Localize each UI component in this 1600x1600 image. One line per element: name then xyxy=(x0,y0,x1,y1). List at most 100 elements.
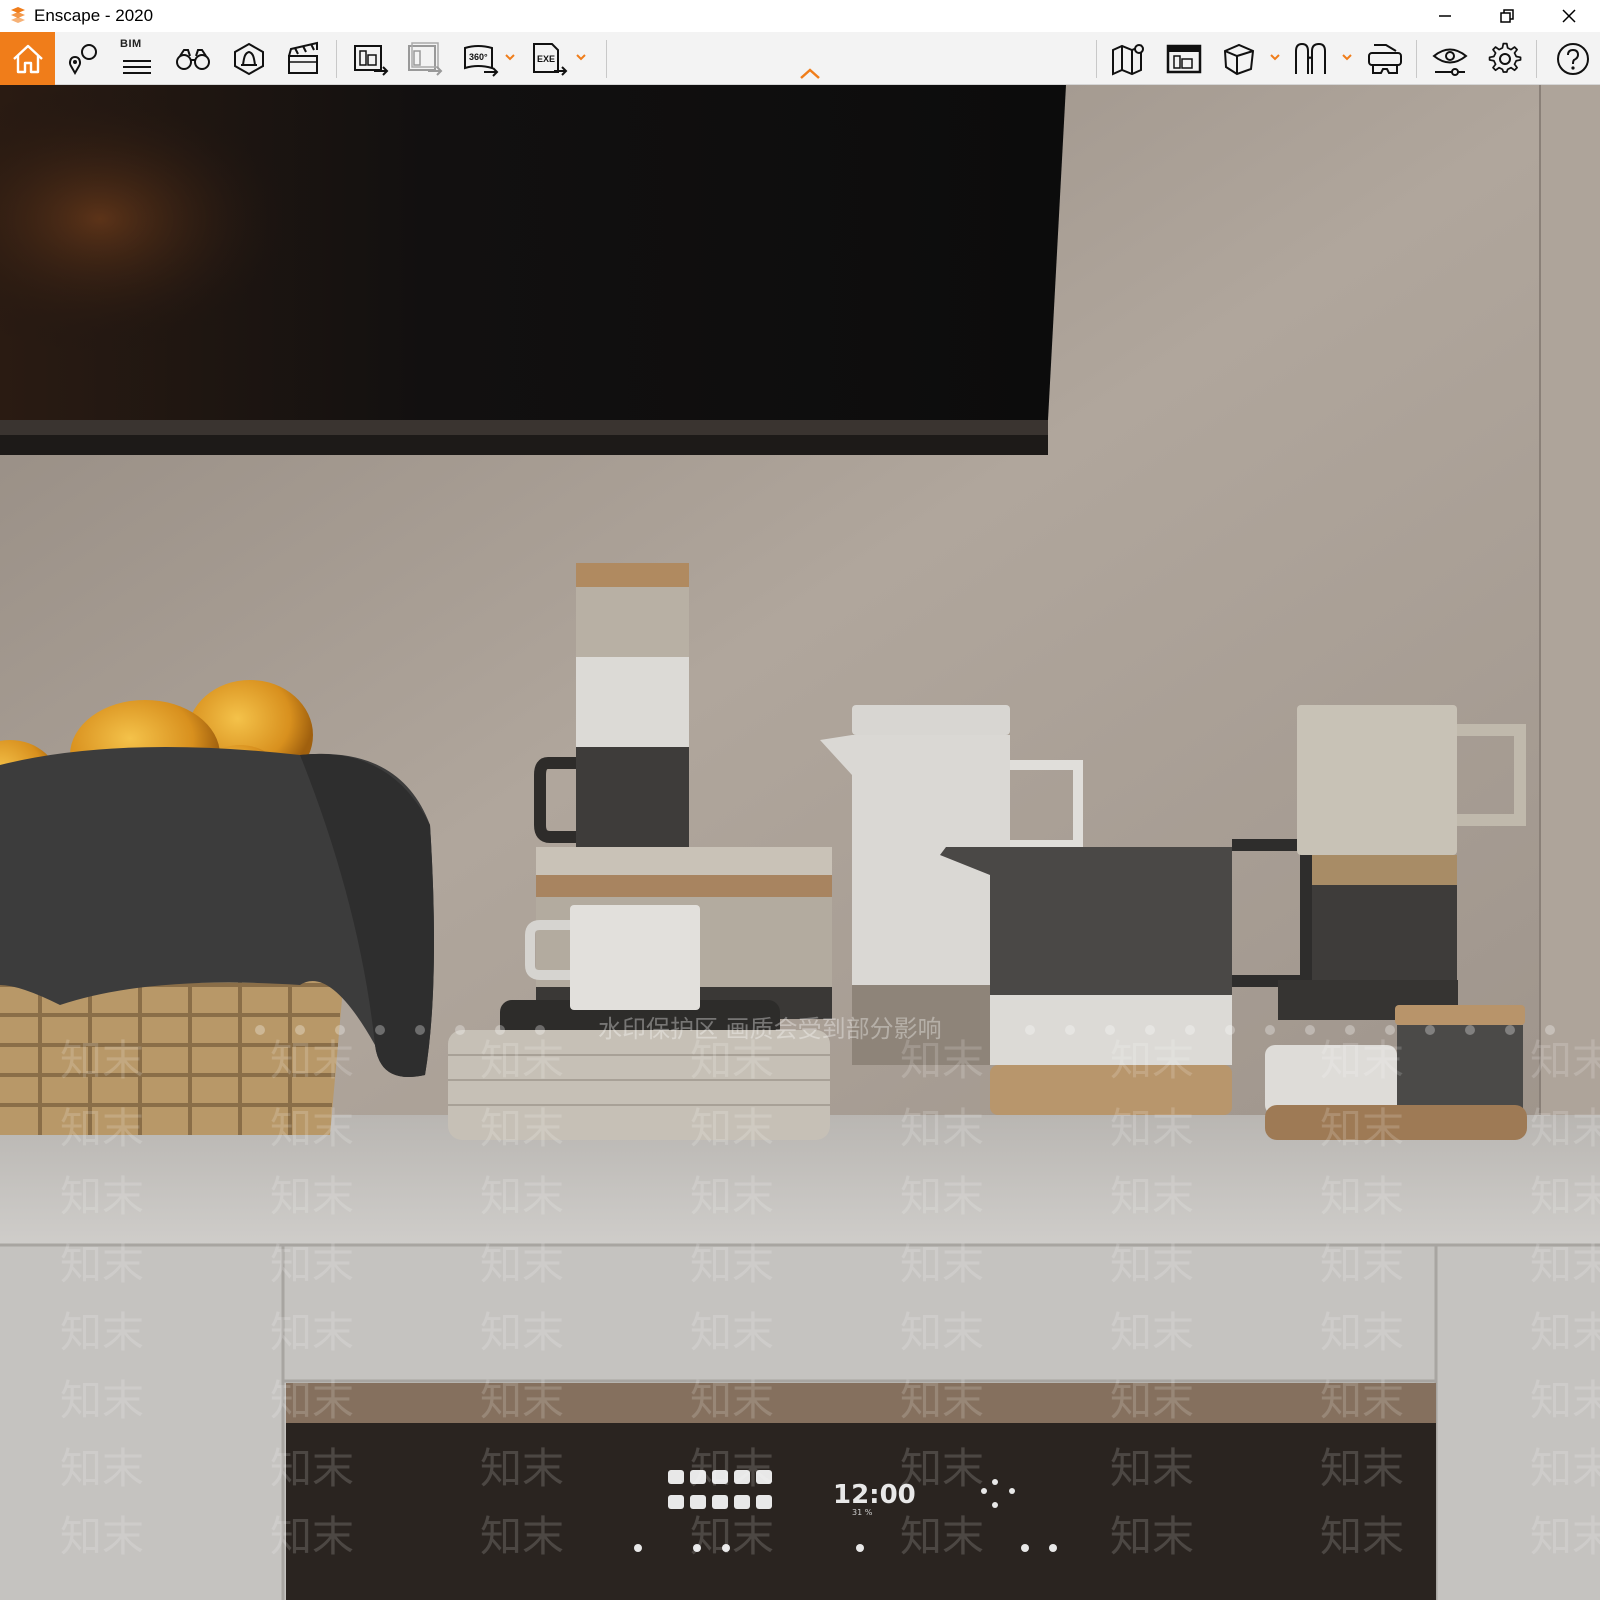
watermark-tile: 知末 xyxy=(1320,1240,1404,1289)
bim-label: BIM xyxy=(120,38,142,50)
watermark-tile: 知末 xyxy=(1110,1308,1194,1357)
minimize-button[interactable] xyxy=(1414,0,1476,32)
watermark-tile: 知末 xyxy=(60,1036,144,1085)
watermark-tile: 知末 xyxy=(900,1240,984,1289)
title-bar: Enscape - 2020 xyxy=(0,0,1600,32)
watermark-tile: 知末 xyxy=(900,1172,984,1221)
watermark-tile: 知末 xyxy=(900,1036,984,1085)
settings-button[interactable] xyxy=(1480,34,1530,83)
exe-export-button[interactable]: EXE xyxy=(524,34,574,83)
render-viewport[interactable]: 12:00 31 % 水印保护区 画质会受到部分影响 知末 知末 知末 知末 知… xyxy=(0,85,1600,1600)
watermark-tile: 知末 xyxy=(900,1104,984,1153)
home-button[interactable] xyxy=(0,32,55,85)
watermark-tile: 知末 xyxy=(900,1444,984,1493)
watermark-tile: 知末 xyxy=(1320,1172,1404,1221)
clapper-icon xyxy=(288,41,318,74)
chevron-down-icon xyxy=(1270,54,1280,61)
watermark-tile: 知末 xyxy=(1110,1036,1194,1085)
help-button[interactable] xyxy=(1548,34,1598,83)
watermark-tile: 知末 xyxy=(1320,1444,1404,1493)
watermark-tile: 知末 xyxy=(1530,1444,1600,1493)
batch-render-button[interactable] xyxy=(400,34,450,83)
watermark-tile: 知末 xyxy=(1530,1036,1600,1085)
restore-button[interactable] xyxy=(1476,0,1538,32)
window-title: Enscape - 2020 xyxy=(34,6,154,25)
svg-text:EXE: EXE xyxy=(537,54,555,64)
window-controls xyxy=(1414,0,1600,32)
watermark-tile: 知末 xyxy=(270,1444,354,1493)
screenshot-export-icon xyxy=(354,44,389,76)
watermark-tile: 知末 xyxy=(1110,1240,1194,1289)
toolbar-separator xyxy=(1536,40,1537,78)
views-button[interactable] xyxy=(58,34,108,83)
watermark-tile: 知末 xyxy=(270,1036,354,1085)
collaboration-icon xyxy=(1166,44,1202,73)
watermark-tile: 知末 xyxy=(60,1104,144,1153)
watermark-tile: 知末 xyxy=(270,1104,354,1153)
panorama-dropdown[interactable] xyxy=(503,50,517,64)
panorama-360-icon: 360° xyxy=(464,44,499,77)
sections-button[interactable] xyxy=(1286,34,1336,83)
atmosphere-button[interactable] xyxy=(224,34,274,83)
watermark-tile: 知末 xyxy=(1530,1172,1600,1221)
video-editor-button[interactable] xyxy=(278,34,328,83)
walk-mode-button[interactable] xyxy=(168,34,218,83)
asset-library-button[interactable] xyxy=(1159,34,1209,83)
watermark-tile: 知末 xyxy=(1320,1512,1404,1561)
watermark-tile: 知末 xyxy=(480,1036,564,1085)
watermark-tile: 知末 xyxy=(690,1308,774,1357)
panorama-button[interactable]: 360° xyxy=(456,34,506,83)
chevron-down-icon xyxy=(1342,54,1352,61)
oven-clock-sub: 31 % xyxy=(852,1508,873,1517)
watermark-tile: 知末 xyxy=(900,1512,984,1561)
exe-export-icon: EXE xyxy=(533,42,568,76)
watermark-tile: 知末 xyxy=(480,1308,564,1357)
map-button[interactable] xyxy=(1104,34,1154,83)
watermark-tile: 知末 xyxy=(1530,1240,1600,1289)
watermark-tile: 知末 xyxy=(480,1172,564,1221)
watermark-tile: 知末 xyxy=(690,1512,774,1561)
watermark-tile: 知末 xyxy=(1530,1376,1600,1425)
vr-headset-button[interactable] xyxy=(1360,34,1410,83)
watermark-tile: 知末 xyxy=(1110,1172,1194,1221)
watermark-tile: 知末 xyxy=(1320,1104,1404,1153)
side-wall xyxy=(1540,85,1600,1145)
sections-dropdown[interactable] xyxy=(1340,50,1354,64)
watermark-tile: 知末 xyxy=(480,1444,564,1493)
toolbar: BIM 360° EXE xyxy=(0,32,1600,85)
cube-view-icon xyxy=(1223,43,1255,75)
watermark-tile: 知末 xyxy=(1110,1444,1194,1493)
map-icon xyxy=(1112,43,1144,76)
watermark-tile: 知末 xyxy=(690,1172,774,1221)
enscape-logo-icon xyxy=(11,7,25,23)
visual-settings-button[interactable] xyxy=(1425,34,1475,83)
toolbar-separator xyxy=(336,40,337,78)
chevron-down-icon xyxy=(505,54,515,61)
orthographic-button[interactable] xyxy=(1214,34,1264,83)
help-icon xyxy=(1557,42,1589,75)
watermark-tile: 知末 xyxy=(480,1240,564,1289)
screenshot-button[interactable] xyxy=(346,34,396,83)
exe-dropdown[interactable] xyxy=(574,50,588,64)
watermark-tile: 知末 xyxy=(60,1240,144,1289)
watermark-tile: 知末 xyxy=(690,1104,774,1153)
watermark-tile: 知末 xyxy=(690,1444,774,1493)
svg-text:360°: 360° xyxy=(469,52,488,62)
watermark-tile: 知末 xyxy=(1110,1512,1194,1561)
watermark-tile: 知末 xyxy=(270,1308,354,1357)
watermark-tile: 知末 xyxy=(900,1376,984,1425)
view-mode-dropdown[interactable] xyxy=(1268,50,1282,64)
watermark-tile: 知末 xyxy=(60,1512,144,1561)
watermark-tile: 知末 xyxy=(1110,1104,1194,1153)
watermark-tile: 知末 xyxy=(270,1376,354,1425)
collapse-toolbar-button[interactable] xyxy=(796,66,824,82)
watermark-tile: 知末 xyxy=(480,1376,564,1425)
watermark-tile: 知末 xyxy=(270,1512,354,1561)
close-button[interactable] xyxy=(1538,0,1600,32)
chevron-down-icon xyxy=(576,54,586,61)
batch-export-icon xyxy=(408,41,443,76)
watermark-tile: 知末 xyxy=(60,1172,144,1221)
watermark-tile: 知末 xyxy=(60,1308,144,1357)
chevron-up-icon xyxy=(800,68,820,79)
bim-button[interactable]: BIM xyxy=(112,34,162,83)
